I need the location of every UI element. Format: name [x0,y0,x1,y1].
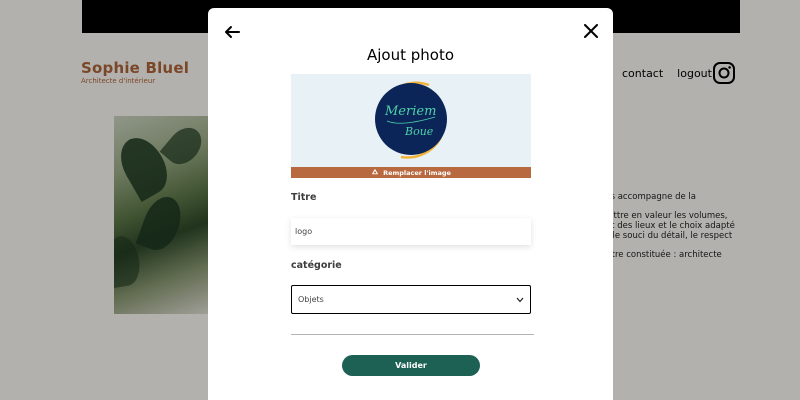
title-input[interactable] [291,218,531,245]
category-label: catégorie [291,260,342,271]
close-icon[interactable] [584,24,598,38]
category-select[interactable]: Objets [291,285,531,314]
title-label: Titre [291,192,317,203]
modal-title: Ajout photo [366,46,455,64]
back-arrow-icon[interactable] [224,24,240,40]
image-preview: Meriem Boue Remplacer l'image [291,74,531,178]
recycle-icon [372,168,378,174]
add-photo-modal: Ajout photo Meriem Boue Remplacer l'imag… [208,8,613,400]
form-divider [291,334,534,335]
replace-image-button[interactable]: Remplacer l'image [291,167,531,178]
replace-image-label: Remplacer l'image [383,168,451,177]
category-selected-value: Objets [298,295,324,304]
submit-button[interactable]: Valider [342,355,480,376]
svg-text:Boue: Boue [404,125,434,138]
svg-text:Meriem: Meriem [384,104,436,119]
chevron-down-icon [516,297,524,302]
uploaded-logo-image: Meriem Boue [375,81,447,159]
